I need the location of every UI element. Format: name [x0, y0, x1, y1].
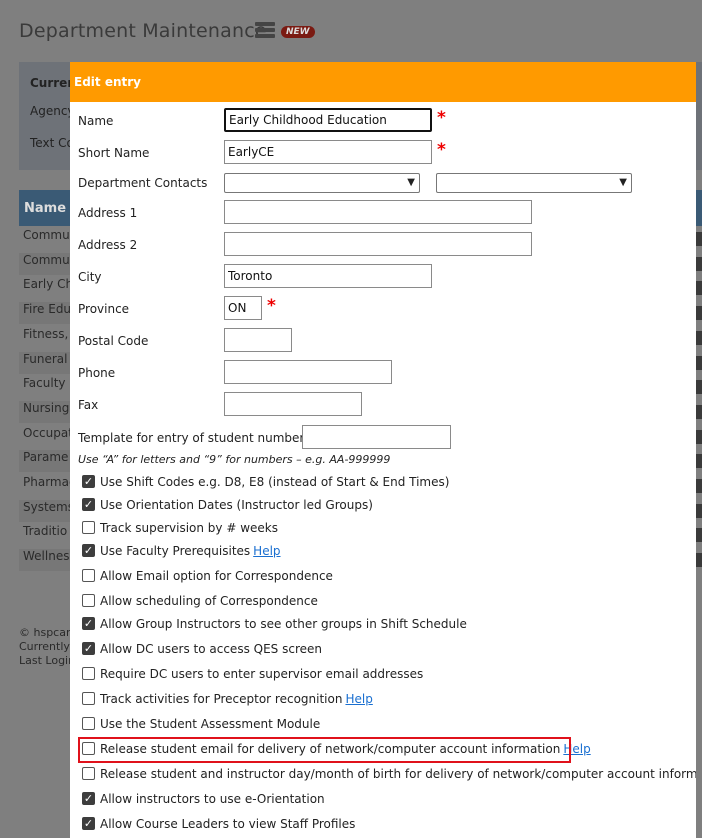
- short-name-label: Short Name: [78, 146, 150, 160]
- checkbox-checked[interactable]: ✓: [82, 617, 95, 630]
- option-label: Use Shift Codes e.g. D8, E8 (instead of …: [100, 475, 450, 489]
- required-marker-name: *: [437, 108, 446, 128]
- postal-code-label: Postal Code: [78, 334, 149, 348]
- column-header-name: Name: [24, 201, 67, 216]
- edit-entry-dialog: Edit entry Name * Short Name * Departmen…: [70, 62, 696, 838]
- option-row[interactable]: Allow scheduling of Correspondence: [82, 594, 318, 614]
- department-contacts-label: Department Contacts: [78, 176, 208, 190]
- department-contact-select-1[interactable]: ▼: [224, 173, 420, 193]
- option-label: Allow Course Leaders to view Staff Profi…: [100, 817, 356, 831]
- option-label: Release student and instructor day/month…: [100, 767, 696, 781]
- option-row[interactable]: ✓ Allow Course Leaders to view Staff Prof…: [82, 817, 355, 837]
- option-row[interactable]: ✓ Use Faculty Prerequisites Help: [82, 544, 281, 564]
- chevron-down-icon: ▼: [407, 177, 415, 188]
- list-icon[interactable]: [255, 22, 275, 40]
- option-label: Use Orientation Dates (Instructor led Gr…: [100, 498, 373, 512]
- row-action-icon: [696, 306, 702, 321]
- phone-input[interactable]: [224, 360, 392, 384]
- panel-label-agency: Agency: [30, 104, 75, 118]
- row-action-icon: [696, 330, 702, 345]
- option-label: Allow instructors to use e-Orientation: [100, 792, 325, 806]
- option-label: Allow Email option for Correspondence: [100, 569, 333, 583]
- city-label: City: [78, 270, 102, 284]
- template-hint: Use “A” for letters and “9” for numbers …: [78, 453, 391, 466]
- row-action-icon: [696, 503, 702, 518]
- required-marker-province: *: [267, 296, 276, 316]
- checkbox[interactable]: [82, 521, 95, 534]
- address2-label: Address 2: [78, 238, 138, 252]
- row-action-icon: [696, 281, 702, 296]
- template-input[interactable]: [302, 425, 451, 449]
- checkbox[interactable]: [82, 717, 95, 730]
- highlight-box: [78, 737, 571, 763]
- required-marker-short-name: *: [437, 140, 446, 160]
- checkbox-checked[interactable]: ✓: [82, 792, 95, 805]
- help-link[interactable]: Help: [253, 544, 280, 558]
- dialog-title: Edit entry: [70, 62, 696, 102]
- checkbox-checked[interactable]: ✓: [82, 544, 95, 557]
- option-row[interactable]: Require DC users to enter supervisor ema…: [82, 667, 423, 687]
- checkbox-checked[interactable]: ✓: [82, 475, 95, 488]
- fax-label: Fax: [78, 398, 99, 412]
- row-action-icon: [696, 404, 702, 419]
- option-row[interactable]: Track activities for Preceptor recogniti…: [82, 692, 373, 712]
- panel-label-current: Curren: [30, 76, 76, 90]
- option-label: Use Faculty Prerequisites: [100, 544, 251, 558]
- row-action-icon: [696, 380, 702, 395]
- fax-input[interactable]: [224, 392, 362, 416]
- row-action-icon: [696, 528, 702, 543]
- city-input[interactable]: [224, 264, 432, 288]
- row-action-icon: [696, 232, 702, 246]
- option-row[interactable]: Use the Student Assessment Module: [82, 717, 320, 737]
- short-name-input[interactable]: [224, 140, 432, 164]
- option-row[interactable]: Track supervision by # weeks: [82, 521, 278, 541]
- panel-label-text: Text Co: [30, 136, 74, 150]
- page-title: Department Maintenance: [19, 20, 267, 42]
- option-row[interactable]: Allow Email option for Correspondence: [82, 569, 333, 589]
- row-action-icon: [696, 479, 702, 493]
- checkbox[interactable]: [82, 667, 95, 680]
- address1-label: Address 1: [78, 206, 138, 220]
- option-label: Use the Student Assessment Module: [100, 717, 321, 731]
- name-label: Name: [78, 114, 114, 128]
- option-row[interactable]: ✓ Allow DC users to access QES screen: [82, 642, 322, 662]
- footer-last-login: Last Login: [19, 654, 76, 667]
- new-badge: NEW: [281, 26, 315, 38]
- department-contact-select-2[interactable]: ▼: [436, 173, 632, 193]
- postal-code-input[interactable]: [224, 328, 292, 352]
- checkbox-checked[interactable]: ✓: [82, 642, 95, 655]
- address1-input[interactable]: [224, 200, 532, 224]
- province-label: Province: [78, 302, 130, 316]
- option-label: Track supervision by # weeks: [100, 521, 278, 535]
- phone-label: Phone: [78, 366, 116, 380]
- template-label: Template for entry of student numbers: [78, 431, 311, 445]
- row-action-icon: [696, 553, 702, 568]
- row-action-icon: [696, 355, 702, 370]
- option-label: Allow DC users to access QES screen: [100, 642, 322, 656]
- option-row[interactable]: ✓ Use Orientation Dates (Instructor led G…: [82, 498, 373, 518]
- row-action-icon: [696, 454, 702, 469]
- row-action-icon: [696, 256, 702, 271]
- option-row[interactable]: ✓ Allow Group Instructors to see other gr…: [82, 617, 467, 637]
- option-row[interactable]: Release student and instructor day/month…: [82, 767, 696, 787]
- option-label: Track activities for Preceptor recogniti…: [100, 692, 343, 706]
- option-label: Require DC users to enter supervisor ema…: [100, 667, 424, 681]
- option-row[interactable]: ✓ Use Shift Codes e.g. D8, E8 (instead of…: [82, 475, 449, 495]
- option-label: Allow Group Instructors to see other gro…: [100, 617, 467, 631]
- checkbox[interactable]: [82, 692, 95, 705]
- name-input[interactable]: [224, 108, 432, 132]
- checkbox-checked[interactable]: ✓: [82, 817, 95, 830]
- checkbox[interactable]: [82, 767, 95, 780]
- chevron-down-icon: ▼: [619, 177, 627, 188]
- checkbox-checked[interactable]: ✓: [82, 498, 95, 511]
- checkbox[interactable]: [82, 594, 95, 607]
- row-action-icon: [696, 429, 702, 444]
- option-label: Allow scheduling of Correspondence: [100, 594, 318, 608]
- help-link[interactable]: Help: [345, 692, 372, 706]
- address2-input[interactable]: [224, 232, 532, 256]
- checkbox[interactable]: [82, 569, 95, 582]
- option-row[interactable]: ✓ Allow instructors to use e-Orientation: [82, 792, 325, 812]
- province-input[interactable]: [224, 296, 262, 320]
